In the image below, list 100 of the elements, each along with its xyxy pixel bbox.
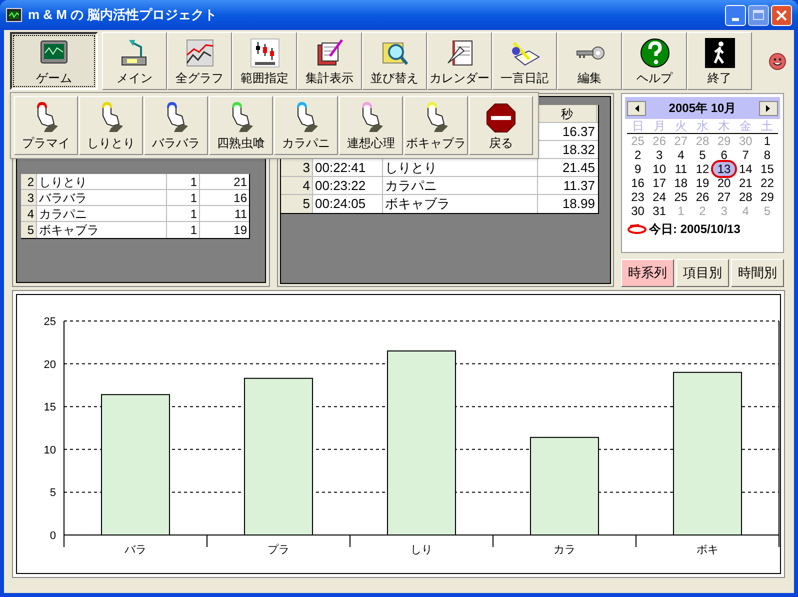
- calendar-day[interactable]: 1: [756, 134, 778, 148]
- calendar-day[interactable]: 19: [692, 176, 714, 190]
- view-button[interactable]: 項目別: [676, 259, 729, 287]
- toolbar-button[interactable]: 全グラフ: [167, 32, 232, 90]
- toolbar-button[interactable]: メイン: [102, 32, 167, 90]
- calendar-day[interactable]: 13: [713, 162, 735, 176]
- today-marker-icon: [627, 224, 647, 234]
- calendar-day[interactable]: 20: [713, 176, 735, 190]
- calendar-day[interactable]: 30: [627, 204, 649, 218]
- y-tick-label: 10: [44, 444, 56, 456]
- toolbar-button[interactable]: 終了: [687, 32, 752, 90]
- game-button[interactable]: しりとり: [79, 96, 143, 155]
- calendar-day[interactable]: 8: [756, 148, 778, 162]
- table-cell-text: 21: [232, 174, 248, 189]
- right-arrow-icon: [766, 104, 770, 112]
- calendar-day[interactable]: 24: [648, 190, 670, 204]
- x-tick-label: ボキ: [696, 544, 718, 556]
- calendar-day[interactable]: 23: [627, 190, 649, 204]
- table-cell: バラバラ: [37, 190, 167, 205]
- game-button[interactable]: バラバラ: [144, 96, 208, 155]
- smiley-icon: [769, 52, 786, 70]
- calendar-day[interactable]: 15: [756, 162, 778, 176]
- maximize-button[interactable]: [748, 4, 769, 26]
- game-button[interactable]: ボキャブラ: [404, 96, 468, 155]
- calendar-day[interactable]: 26: [692, 190, 714, 204]
- row-number: 3: [21, 190, 37, 205]
- toolbar-button[interactable]: 範囲指定: [232, 32, 297, 90]
- stop-sign-icon: [485, 102, 517, 134]
- toolbar-button[interactable]: ゲーム: [10, 32, 98, 90]
- calendar-day[interactable]: 11: [670, 162, 692, 176]
- left-arrow-icon: [634, 104, 638, 112]
- y-tick-label: 20: [44, 358, 56, 371]
- game-button[interactable]: 四熟虫喰: [209, 96, 273, 155]
- toolbar-button[interactable]: ヘルプ: [622, 32, 687, 90]
- table-cell-text: 21.45: [561, 159, 596, 176]
- close-icon: [776, 10, 787, 20]
- weekday-label: 木: [717, 119, 732, 133]
- toolbar-button[interactable]: 編集: [557, 32, 622, 90]
- table-cell-text: 11.37: [562, 177, 596, 194]
- weekday-label: 日: [630, 119, 645, 133]
- game-button[interactable]: 戻る: [469, 96, 533, 155]
- calendar-day[interactable]: 16: [627, 176, 649, 190]
- table-cell: 1: [167, 206, 200, 221]
- x-tick-label: プラ: [268, 544, 290, 556]
- calendar-day[interactable]: 22: [756, 176, 778, 190]
- calendar-day[interactable]: 9: [627, 162, 649, 176]
- row-number: 5: [21, 222, 37, 238]
- close-button[interactable]: [771, 4, 792, 26]
- weekday-label: 水: [695, 119, 710, 133]
- weekday-label: 金: [738, 119, 753, 133]
- row-number: 5: [281, 195, 313, 213]
- window-title: m & M の 脳内活性プロジェクト: [28, 6, 218, 24]
- y-tick-label: 0: [50, 530, 56, 542]
- calendar-day[interactable]: 18: [670, 176, 692, 190]
- weekday-label: 土: [760, 119, 774, 133]
- calendar-day[interactable]: 12: [692, 162, 714, 176]
- calendar-day[interactable]: 4: [670, 148, 692, 162]
- calendar-day[interactable]: 6: [713, 148, 735, 162]
- toolbar-button[interactable]: 一言日記: [492, 32, 557, 90]
- calendar-day[interactable]: 21: [734, 176, 756, 190]
- table-cell: 1: [167, 190, 200, 205]
- table-cell: 1: [167, 222, 200, 238]
- calendar-day[interactable]: 17: [648, 176, 670, 190]
- game-button[interactable]: 連想心理: [339, 96, 403, 155]
- calendar-day[interactable]: 7: [734, 148, 756, 162]
- x-tick-label: カラ: [554, 544, 576, 556]
- table-cell: カラパニ: [37, 206, 167, 221]
- next-month-button[interactable]: [758, 100, 778, 116]
- calendar-day[interactable]: 25: [670, 190, 692, 204]
- table-cell: 00:23:22: [313, 177, 383, 194]
- row-number: 4: [21, 206, 37, 221]
- toolbar-button[interactable]: 並び替え: [362, 32, 427, 90]
- calendar-day[interactable]: 14: [734, 162, 756, 176]
- calendar-day[interactable]: 2: [627, 148, 649, 162]
- row-number: 4: [281, 177, 313, 194]
- game-button[interactable]: プラマイ: [14, 96, 78, 155]
- game-button[interactable]: カラパニ: [274, 96, 338, 155]
- calendar-day[interactable]: 28: [734, 190, 756, 204]
- toolbar-button[interactable]: カレンダー: [427, 32, 492, 90]
- toolbar-button[interactable]: 集計表示: [297, 32, 362, 90]
- weekday-label: 火: [674, 119, 688, 133]
- table-cell: ボキャブラ: [37, 222, 167, 238]
- calendar-day[interactable]: 27: [713, 190, 735, 204]
- x-tick-label: バラ: [124, 544, 146, 556]
- calendar-day[interactable]: 31: [648, 204, 670, 218]
- candlestick-chart-icon: [248, 37, 280, 69]
- help-icon: [638, 37, 670, 69]
- view-button[interactable]: 時間別: [731, 259, 784, 287]
- today-label: 今日: 2005/10/13: [649, 221, 740, 238]
- calendar-day[interactable]: 10: [648, 162, 670, 176]
- calendar-day[interactable]: 29: [756, 190, 778, 204]
- table-cell-text: 16: [232, 190, 248, 205]
- table-cell: 00:24:05: [313, 195, 383, 213]
- calendar-day[interactable]: 3: [648, 148, 670, 162]
- table-cell: ボキャブラ: [383, 195, 538, 213]
- table-cell-text: 18.99: [561, 195, 596, 213]
- view-button[interactable]: 時系列: [621, 259, 674, 287]
- calendar-day[interactable]: 5: [692, 148, 714, 162]
- minimize-button[interactable]: [725, 4, 746, 26]
- previous-month-button[interactable]: [627, 100, 646, 116]
